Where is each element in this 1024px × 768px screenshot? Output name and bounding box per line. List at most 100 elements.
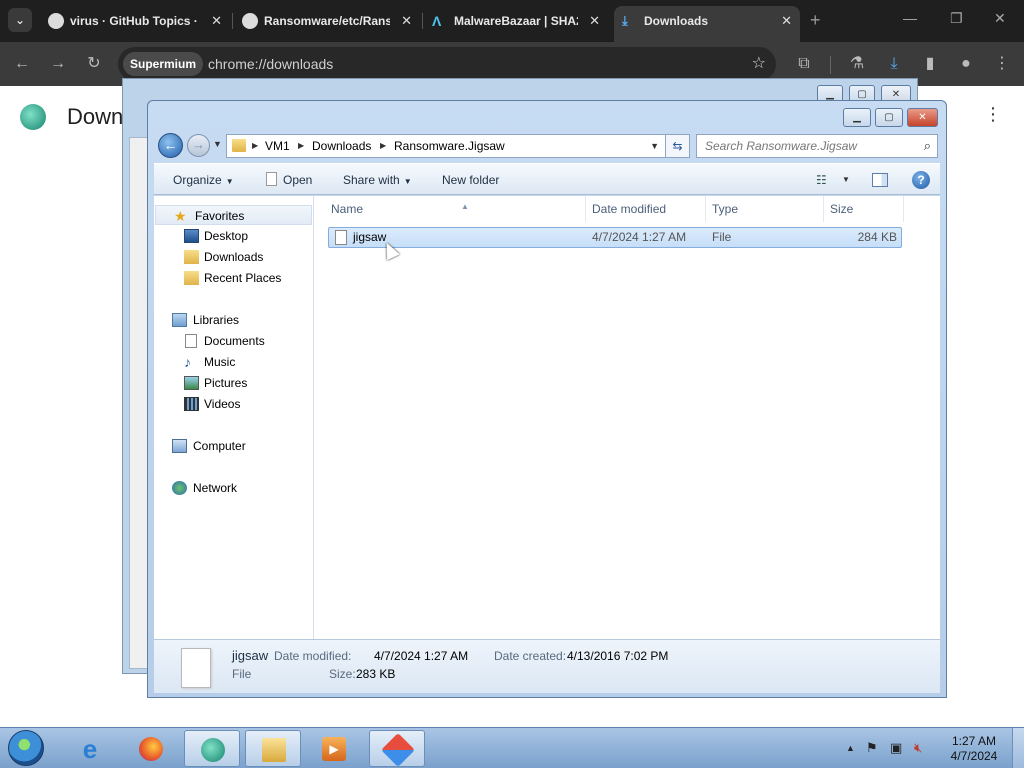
close-tab-icon[interactable]: ✕: [401, 6, 412, 36]
address-dropdown-icon[interactable]: ▼: [650, 135, 659, 157]
breadcrumb-arrow-icon[interactable]: ▶: [252, 135, 258, 157]
breadcrumb-arrow-icon[interactable]: ▶: [380, 135, 386, 157]
address-bar[interactable]: Supermium chrome://downloads ☆: [118, 47, 776, 81]
close-tab-icon[interactable]: ✕: [211, 6, 222, 36]
share-with-button[interactable]: Share with ▼: [343, 164, 412, 198]
details-size: 283 KB: [356, 667, 396, 681]
action-center-flag-icon[interactable]: ⚑: [866, 740, 878, 756]
internet-explorer-icon: e: [82, 734, 98, 764]
column-header-type[interactable]: Type: [706, 196, 824, 222]
nav-music[interactable]: ♪ Music: [154, 352, 314, 372]
close-icon[interactable]: ✕: [907, 108, 938, 127]
tab-search-button[interactable]: ⌄: [8, 8, 32, 32]
tab-title: Ransomware/etc/Ransom: [264, 14, 390, 28]
file-row[interactable]: jigsaw 4/7/2024 1:27 AM File 284 KB: [328, 227, 902, 248]
back-arrow-icon[interactable]: ←: [10, 52, 34, 76]
nav-desktop[interactable]: Desktop: [154, 226, 314, 246]
tab-github-topics[interactable]: virus · GitHub Topics · ✕: [40, 6, 230, 36]
help-icon[interactable]: ?: [912, 171, 930, 189]
clock-time: 1:27 AM: [951, 734, 997, 748]
nav-favorites[interactable]: ★ Favorites: [155, 205, 312, 225]
taskbar-windows-explorer[interactable]: [245, 730, 301, 767]
details-file-name: jigsaw: [232, 648, 269, 663]
search-icon[interactable]: ⌕: [924, 135, 931, 157]
tab-malwarebazaar[interactable]: Λ MalwareBazaar | SHA256 ✕: [424, 6, 608, 36]
nav-label: Videos: [204, 397, 241, 411]
taskbar-app[interactable]: [369, 730, 425, 767]
nav-documents[interactable]: Documents: [154, 331, 314, 351]
url-text[interactable]: chrome://downloads: [208, 47, 333, 81]
change-view-icon[interactable]: ☷: [816, 173, 827, 187]
new-folder-button[interactable]: New folder: [442, 164, 499, 196]
open-button[interactable]: Open: [266, 164, 312, 196]
search-input[interactable]: Search Ransomware.Jigsaw: [705, 135, 857, 157]
documents-icon: [185, 334, 197, 348]
nav-videos[interactable]: Videos: [154, 394, 314, 414]
tab-ransomware-repo[interactable]: Ransomware/etc/Ransom ✕: [234, 6, 420, 36]
file-type: File: [712, 230, 732, 244]
nav-libraries[interactable]: Libraries: [154, 310, 314, 330]
taskbar-media-player[interactable]: ▶: [306, 730, 362, 767]
network-tray-icon[interactable]: ▣: [890, 740, 902, 756]
minimize-icon[interactable]: ▁: [843, 108, 871, 127]
computer-icon: [172, 439, 187, 453]
tab-downloads[interactable]: ⤓ Downloads ✕: [614, 6, 800, 42]
new-tab-button[interactable]: +: [810, 10, 821, 31]
organize-button[interactable]: Organize ▼: [173, 164, 234, 198]
column-header-size[interactable]: Size: [824, 196, 904, 222]
command-bar: Organize ▼ Open Share with ▼ New folder ☷ …: [154, 163, 940, 195]
page-menu-icon[interactable]: ⋮: [984, 104, 1002, 125]
restore-window-icon[interactable]: ❐: [950, 10, 963, 27]
file-icon: [266, 172, 277, 186]
forward-arrow-icon[interactable]: →: [46, 52, 70, 76]
breadcrumb-vm1[interactable]: VM1: [265, 135, 290, 157]
address-breadcrumb[interactable]: ▶ VM1 ▶ Downloads ▶ Ransomware.Jigsaw ▼: [226, 134, 690, 158]
explorer-window[interactable]: ▁ ▢ ✕ ← → ▼ ▶ VM1 ▶ Downloads ▶ Ransomwa…: [147, 100, 947, 698]
refresh-icon[interactable]: ⇆: [665, 134, 690, 158]
bookmark-star-icon[interactable]: ☆: [752, 47, 766, 81]
breadcrumb-arrow-icon[interactable]: ▶: [298, 135, 304, 157]
extensions-icon[interactable]: ⧉: [792, 52, 816, 76]
nav-pictures[interactable]: Pictures: [154, 373, 314, 393]
forward-arrow-icon[interactable]: →: [187, 134, 210, 157]
start-button-windows-icon[interactable]: [8, 730, 44, 766]
side-panel-icon[interactable]: ▮: [918, 52, 942, 76]
labs-flask-icon[interactable]: ⚗: [845, 52, 869, 76]
downloads-folder-icon: [184, 250, 199, 264]
profile-avatar-icon[interactable]: ●: [954, 52, 978, 76]
minimize-window-icon[interactable]: —: [903, 10, 917, 26]
taskbar-clock[interactable]: 1:27 AM 4/7/2024: [946, 734, 1002, 764]
nav-downloads[interactable]: Downloads: [154, 247, 314, 267]
show-hidden-icons-icon[interactable]: ▲: [846, 743, 855, 753]
taskbar-firefox[interactable]: [123, 730, 179, 767]
nav-label: Computer: [193, 439, 246, 453]
downloads-icon[interactable]: ⤓: [882, 52, 906, 76]
preview-pane-icon[interactable]: [872, 173, 888, 187]
column-header-name[interactable]: Name ▲: [325, 196, 586, 222]
nav-network[interactable]: Network: [154, 478, 314, 498]
nav-label: Libraries: [193, 313, 240, 327]
column-header-date-modified[interactable]: Date modified: [586, 196, 706, 222]
view-options-dropdown-icon[interactable]: ▼: [842, 164, 850, 196]
folder-icon: [262, 738, 286, 762]
close-window-icon[interactable]: ✕: [994, 10, 1006, 27]
back-arrow-icon[interactable]: ←: [158, 133, 183, 158]
nav-recent-places[interactable]: Recent Places: [154, 268, 314, 288]
menu-kebab-icon[interactable]: ⋮: [990, 52, 1014, 76]
breadcrumb-ransomware-jigsaw[interactable]: Ransomware.Jigsaw: [394, 135, 505, 157]
taskbar-supermium[interactable]: [184, 730, 240, 767]
taskbar-internet-explorer[interactable]: e: [62, 730, 118, 767]
share-with-label: Share with: [343, 173, 400, 187]
recent-pages-dropdown-icon[interactable]: ▼: [213, 139, 222, 149]
reload-icon[interactable]: ↻: [82, 52, 106, 76]
search-box[interactable]: Search Ransomware.Jigsaw ⌕: [696, 134, 938, 158]
close-tab-icon[interactable]: ✕: [589, 6, 600, 36]
nav-computer[interactable]: Computer: [154, 436, 314, 456]
close-tab-icon[interactable]: ✕: [781, 6, 792, 36]
volume-muted-icon[interactable]: 🔇︎: [914, 740, 922, 756]
browser-chip[interactable]: Supermium: [123, 52, 204, 76]
breadcrumb-downloads[interactable]: Downloads: [312, 135, 371, 157]
show-desktop-button[interactable]: [1012, 728, 1024, 768]
navigation-pane: ★ Favorites Desktop Downloads Recent Pla…: [154, 196, 314, 639]
maximize-icon[interactable]: ▢: [875, 108, 903, 127]
